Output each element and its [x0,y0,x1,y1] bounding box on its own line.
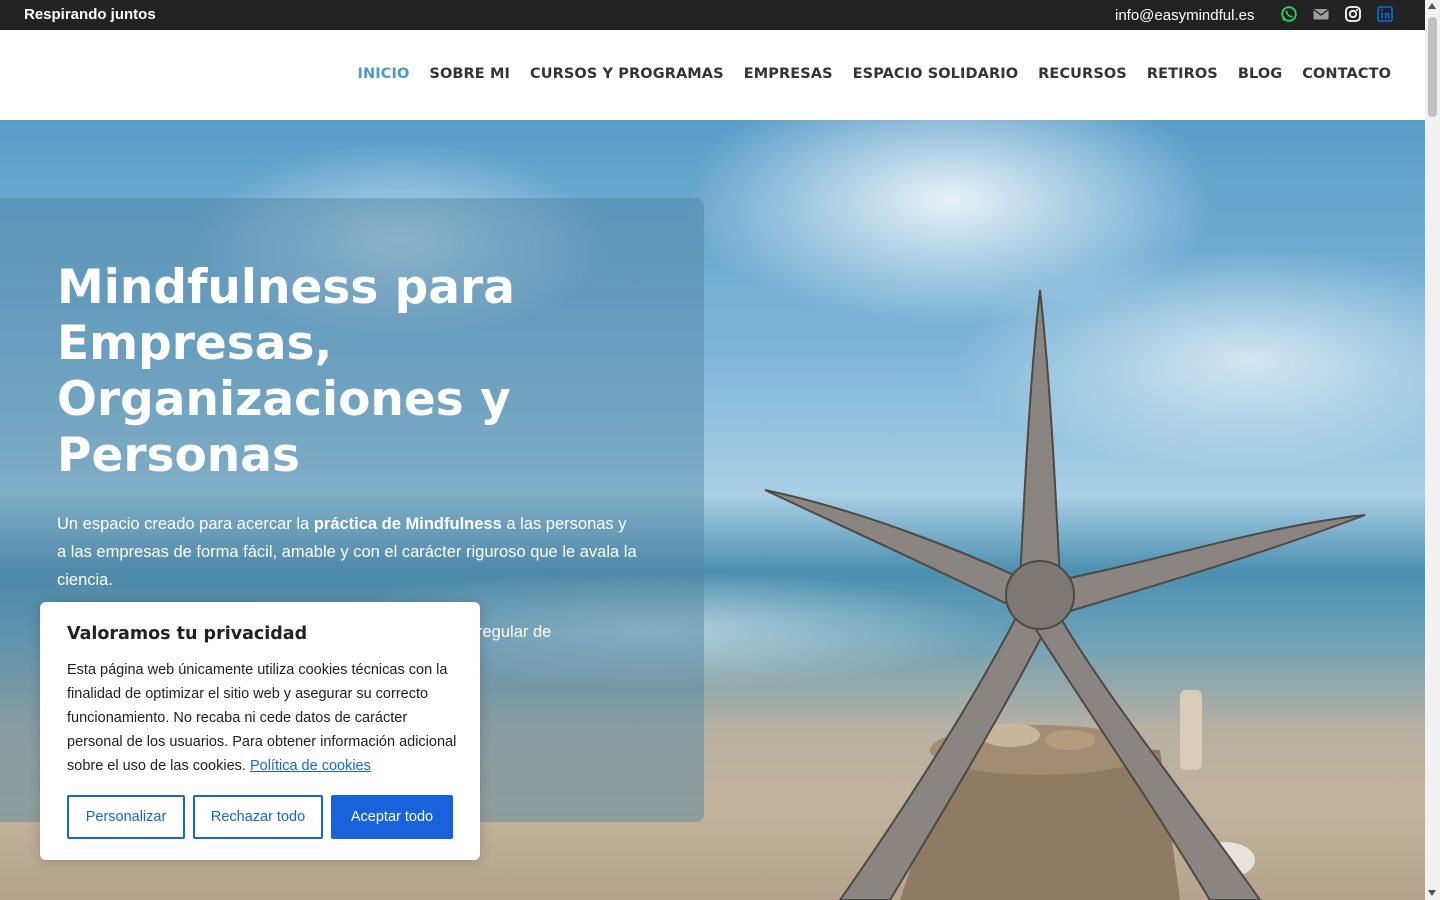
email-link[interactable]: info@easymindful.es [1115,7,1254,24]
hero-description: Un espacio creado para acercar la prácti… [57,515,637,589]
site-header: INICIO SOBRE MI CURSOS Y PROGRAMAS EMPRE… [0,30,1425,120]
main-nav: INICIO SOBRE MI CURSOS Y PROGRAMAS EMPRE… [358,66,1391,82]
nav-item-sobre-mi[interactable]: SOBRE MI [429,66,510,82]
nav-item-inicio[interactable]: INICIO [358,66,410,82]
tagline: Respirando juntos [24,6,156,23]
nav-item-empresas[interactable]: EMPRESAS [744,66,833,82]
scroll-down-arrow-icon[interactable] [1428,890,1436,896]
hero-title: Mindfulness para Empresas, Organizacione… [57,260,515,483]
scrollbar-thumb[interactable] [1428,17,1437,117]
top-bar: Respirando juntos info@easymindful.es [0,0,1425,30]
nav-item-retiros[interactable]: RETIROS [1147,66,1218,82]
cookie-body: Esta página web únicamente utiliza cooki… [67,662,457,774]
nav-item-contacto[interactable]: CONTACTO [1302,66,1391,82]
page-scrollbar[interactable] [1425,0,1440,900]
starfish-image [764,289,1366,900]
scroll-up-arrow-icon[interactable] [1428,3,1436,9]
accept-all-button[interactable]: Aceptar todo [331,795,453,839]
cookie-title: Valoramos tu privacidad [67,624,308,644]
linkedin-icon[interactable] [1376,5,1394,23]
nav-item-espacio-solidario[interactable]: ESPACIO SOLIDARIO [853,66,1019,82]
cookie-policy-link[interactable]: Política de cookies [250,758,371,774]
reject-all-button[interactable]: Rechazar todo [193,795,323,839]
nav-item-cursos-y-programas[interactable]: CURSOS Y PROGRAMAS [530,66,724,82]
nav-item-blog[interactable]: BLOG [1238,66,1282,82]
customize-button[interactable]: Personalizar [67,795,185,839]
whatsapp-icon[interactable] [1280,5,1298,23]
mail-icon[interactable] [1312,5,1330,23]
instagram-icon[interactable] [1344,5,1362,23]
cookie-consent-dialog: Valoramos tu privacidad Esta página web … [40,602,480,860]
nav-item-recursos[interactable]: RECURSOS [1038,66,1127,82]
